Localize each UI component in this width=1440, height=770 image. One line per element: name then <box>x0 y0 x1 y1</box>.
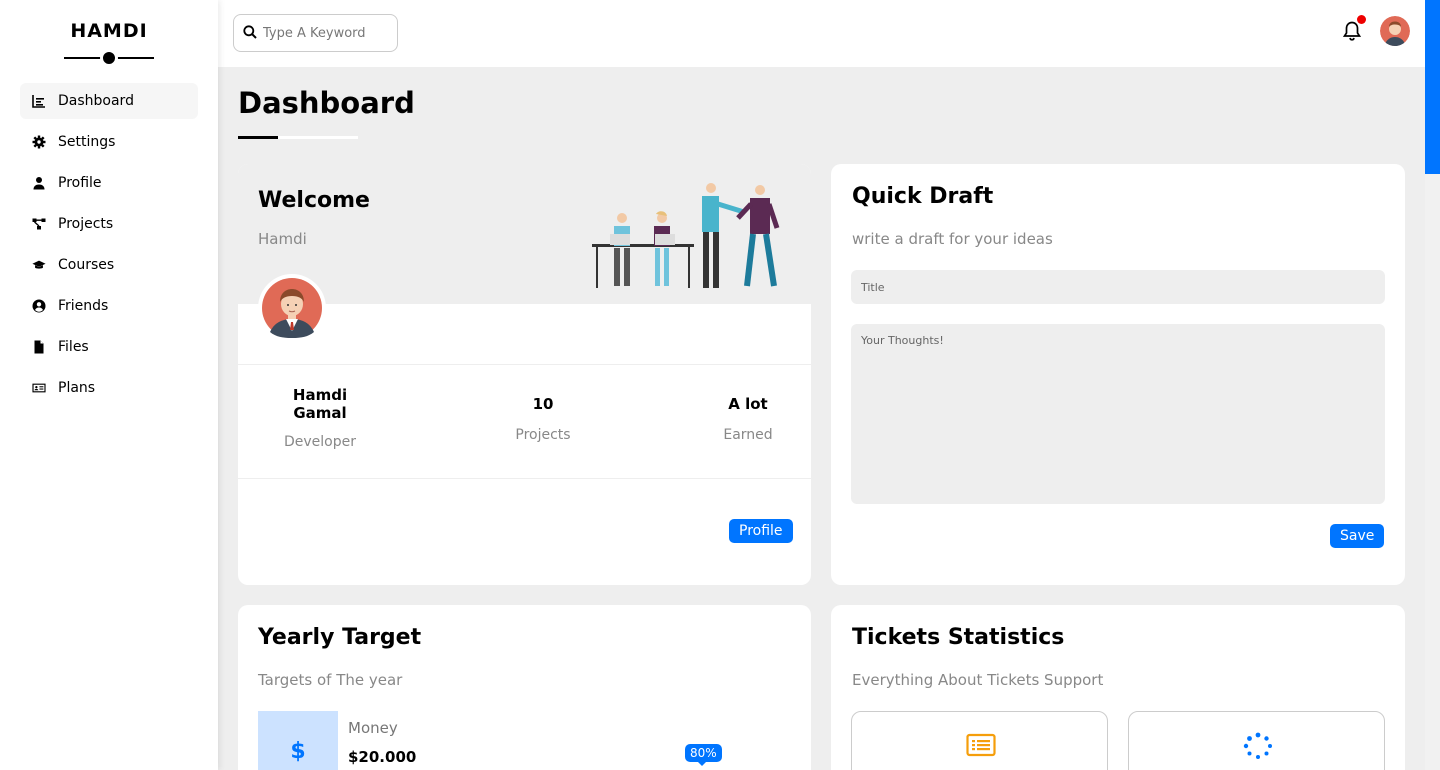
sidebar-nav: Dashboard Settings Profile Projects Cour… <box>0 83 218 406</box>
draft-title: Quick Draft <box>852 184 994 209</box>
sidebar-item-label: Dashboard <box>58 93 134 109</box>
welcome-title: Welcome <box>258 188 370 213</box>
graduation-cap-icon <box>32 258 46 272</box>
brand-name: HAMDI <box>70 20 148 42</box>
user-icon <box>32 176 46 190</box>
page-scrollbar[interactable] <box>1425 0 1440 770</box>
scrollbar-thumb[interactable] <box>1425 0 1440 174</box>
sidebar-item-courses[interactable]: Courses <box>20 247 198 283</box>
file-icon <box>32 340 46 354</box>
chart-icon <box>32 94 46 108</box>
notification-bell[interactable] <box>1342 15 1366 42</box>
search-input[interactable] <box>263 25 393 41</box>
money-label: Money <box>348 719 398 737</box>
draft-body-input[interactable] <box>851 324 1385 504</box>
sidebar: HAMDI Dashboard Settings Profile Project… <box>0 0 218 770</box>
sidebar-item-profile[interactable]: Profile <box>20 165 198 201</box>
team-illustration <box>592 183 780 288</box>
quick-draft-card: Quick Draft write a draft for your ideas… <box>831 164 1405 585</box>
tickets-statistics-card: Tickets Statistics Everything About Tick… <box>831 605 1405 770</box>
welcome-header: Welcome Hamdi <box>238 164 811 304</box>
spinner-icon <box>1243 732 1272 759</box>
sidebar-item-settings[interactable]: Settings <box>20 124 198 160</box>
search-icon <box>243 24 257 43</box>
sidebar-item-label: Friends <box>58 298 109 314</box>
yearly-target-card: Yearly Target Targets of The year $ Mone… <box>238 605 811 770</box>
stat-earned: A lot Earned <box>708 395 788 443</box>
yearly-title: Yearly Target <box>258 625 422 650</box>
stat-projects-value: 10 <box>532 395 554 413</box>
sidebar-item-projects[interactable]: Projects <box>20 206 198 242</box>
progress-tooltip: 80% <box>685 744 722 766</box>
user-circle-icon <box>32 299 46 313</box>
stat-earned-label: Earned <box>723 427 773 443</box>
sidebar-item-plans[interactable]: Plans <box>20 370 198 406</box>
sidebar-item-files[interactable]: Files <box>20 329 198 365</box>
stat-projects-label: Projects <box>515 427 571 443</box>
diagram-icon <box>32 217 46 231</box>
sidebar-item-label: Plans <box>58 380 96 396</box>
stat-projects: 10 Projects <box>503 395 583 443</box>
money-value: $20.000 <box>348 748 417 766</box>
top-bar <box>218 0 1425 67</box>
brand-decoration <box>64 49 154 67</box>
stat-name: Hamdi Gamal Developer <box>280 386 360 450</box>
draft-title-input[interactable] <box>851 270 1385 304</box>
id-card-icon <box>32 381 46 395</box>
search-box[interactable] <box>233 14 398 52</box>
yearly-subtitle: Targets of The year <box>258 671 403 689</box>
title-underline <box>238 136 358 139</box>
sidebar-item-label: Files <box>58 339 89 355</box>
welcome-avatar <box>258 274 326 342</box>
sidebar-item-label: Projects <box>58 216 114 232</box>
sidebar-item-label: Settings <box>58 134 116 150</box>
save-button[interactable]: Save <box>1330 524 1385 548</box>
sidebar-item-label: Profile <box>58 175 102 191</box>
profile-button[interactable]: Profile <box>729 519 793 543</box>
ticket-box-pending <box>1128 711 1385 770</box>
stat-name-line2: Gamal <box>293 404 347 422</box>
sidebar-item-label: Courses <box>58 257 115 273</box>
welcome-stats: Hamdi Gamal Developer 10 Projects A lot … <box>238 364 811 479</box>
sidebar-item-dashboard[interactable]: Dashboard <box>20 83 198 119</box>
notification-badge <box>1357 15 1366 24</box>
welcome-card: Welcome Hamdi Hamdi Gamal Developer 10 P… <box>238 164 811 585</box>
dollar-icon: $ <box>258 711 338 770</box>
sidebar-item-friends[interactable]: Friends <box>20 288 198 324</box>
stat-name-line1: Hamdi <box>292 386 348 404</box>
stat-name-label: Developer <box>283 434 356 450</box>
tickets-subtitle: Everything About Tickets Support <box>852 671 1104 689</box>
user-avatar[interactable] <box>1380 16 1410 46</box>
stat-earned-value: A lot <box>728 395 768 413</box>
page-title: Dashboard <box>238 86 415 120</box>
welcome-username: Hamdi <box>258 230 307 248</box>
ticket-box-total <box>851 711 1108 770</box>
list-icon <box>966 733 996 757</box>
gear-icon <box>32 135 46 149</box>
tickets-title: Tickets Statistics <box>852 625 1065 650</box>
draft-subtitle: write a draft for your ideas <box>852 230 1053 248</box>
